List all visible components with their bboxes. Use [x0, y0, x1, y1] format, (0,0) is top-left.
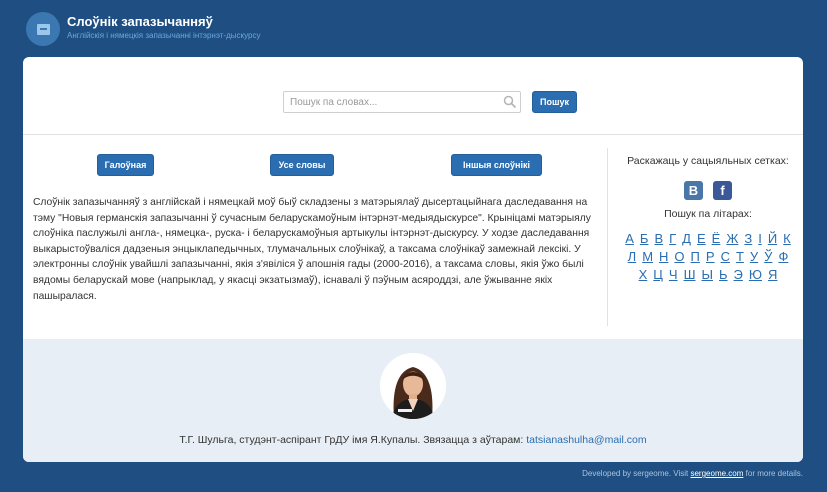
letter-link[interactable]: З: [744, 230, 752, 248]
social-links: В f: [613, 181, 803, 200]
letter-link[interactable]: П: [691, 248, 700, 266]
developer-prefix: Developed by sergeome. Visit: [582, 469, 689, 478]
letter-link[interactable]: Л: [628, 248, 637, 266]
letter-link[interactable]: Ш: [684, 266, 696, 284]
letter-link[interactable]: М: [642, 248, 653, 266]
letter-link[interactable]: С: [721, 248, 730, 266]
search-field[interactable]: [283, 91, 521, 113]
letter-link[interactable]: Я: [768, 266, 777, 284]
letter-link[interactable]: Б: [640, 230, 649, 248]
letter-link[interactable]: Ц: [653, 266, 663, 284]
developer-credit: Developed by sergeome. Visit sergeome.co…: [582, 469, 803, 478]
letter-link[interactable]: Н: [659, 248, 668, 266]
avatar: [380, 353, 446, 419]
share-title: Раскажаць у сацыяльных сетках:: [627, 155, 789, 167]
search-bar: Пошук: [283, 91, 577, 113]
site-title[interactable]: Слоўнік запазычанняў: [67, 14, 260, 30]
description-text: Слоўнік запазычанняў з англійскай і няме…: [33, 197, 591, 302]
letter-link[interactable]: А: [625, 230, 634, 248]
alphabet-index: АБВГДЕЁЖЗІЙК ЛМНОПРСТУЎФ ХЦЧШЫЬЭЮЯ: [621, 230, 796, 284]
letter-link[interactable]: Й: [768, 230, 777, 248]
letters-title: Пошук па літарах:: [664, 208, 752, 220]
letter-link[interactable]: Ж: [726, 230, 738, 248]
letter-link[interactable]: Ё: [712, 230, 721, 248]
search-button[interactable]: Пошук: [532, 91, 577, 113]
logo[interactable]: [26, 12, 60, 46]
letter-link[interactable]: Ў: [764, 248, 772, 266]
all-words-button[interactable]: Усе словы: [270, 154, 334, 176]
search-icon: [503, 95, 517, 109]
letter-link[interactable]: Ю: [749, 266, 762, 284]
sidebar: Раскажаць у сацыяльных сетках: В f Пошук…: [613, 155, 803, 284]
divider: [23, 134, 803, 135]
author-text: Т.Г. Шульга, студэнт-аспірант ГрДУ імя Я…: [179, 434, 524, 446]
letter-link[interactable]: Э: [734, 266, 743, 284]
letter-link[interactable]: К: [783, 230, 791, 248]
author-photo: [380, 353, 446, 419]
letter-link[interactable]: Д: [682, 230, 691, 248]
letter-link[interactable]: В: [654, 230, 663, 248]
letter-link[interactable]: Ч: [669, 266, 678, 284]
facebook-icon[interactable]: f: [713, 181, 732, 200]
letter-link[interactable]: Ы: [701, 266, 713, 284]
site-subtitle: Англійскія і нямецкія запазычанні інтэрн…: [67, 30, 261, 40]
letter-link[interactable]: Ь: [719, 266, 728, 284]
author-line: Т.Г. Шульга, студэнт-аспірант ГрДУ імя Я…: [23, 434, 803, 446]
other-dictionaries-button[interactable]: Іншыя слоўнікі: [451, 154, 542, 176]
author-email-link[interactable]: tatsianashulha@mail.com: [526, 434, 646, 446]
vk-icon[interactable]: В: [684, 181, 703, 200]
search-input[interactable]: [290, 96, 490, 108]
letter-link[interactable]: Ф: [778, 248, 788, 266]
letter-link[interactable]: Г: [669, 230, 676, 248]
letter-link[interactable]: І: [758, 230, 762, 248]
developer-suffix: for more details.: [745, 469, 803, 478]
home-button[interactable]: Галоўная: [97, 154, 154, 176]
main-card: Пошук Галоўная Усе словы Іншыя слоўнікі …: [23, 57, 803, 462]
letter-link[interactable]: Т: [736, 248, 744, 266]
letter-link[interactable]: У: [750, 248, 758, 266]
site-header: Слоўнік запазычанняў Англійскія і нямецк…: [26, 12, 260, 46]
letter-link[interactable]: Е: [697, 230, 706, 248]
developer-link[interactable]: sergeome.com: [690, 469, 743, 478]
letter-link[interactable]: Р: [706, 248, 715, 266]
book-icon: [36, 23, 50, 35]
letter-link[interactable]: О: [674, 248, 684, 266]
vertical-divider: [607, 148, 608, 326]
letter-link[interactable]: Х: [639, 266, 648, 284]
